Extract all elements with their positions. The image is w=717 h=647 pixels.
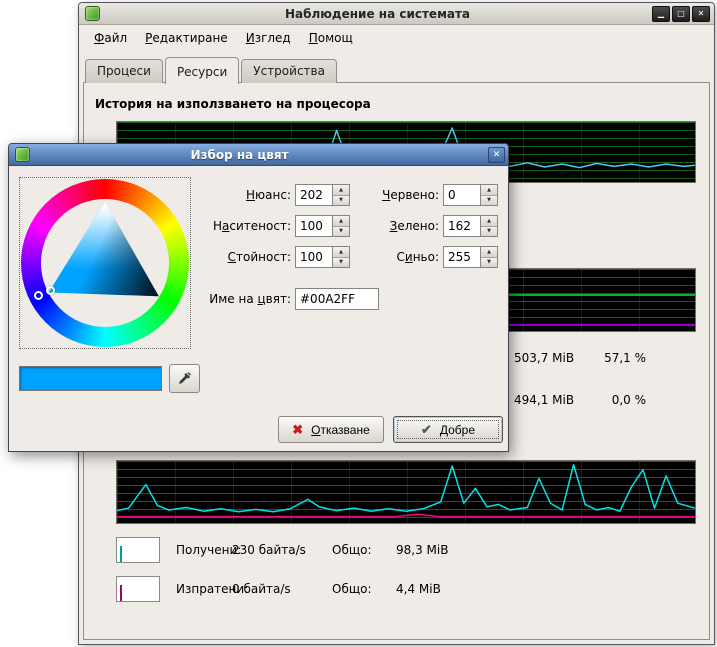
main-titlebar[interactable]: Наблюдение на системата ▁ □ ✕ [79,3,714,25]
blue-spinbox: ▲ ▼ [443,246,498,268]
blue-spin-down-button[interactable]: ▼ [481,258,497,268]
green-spin-buttons: ▲ ▼ [480,216,497,236]
green-spinbox: ▲ ▼ [443,215,498,237]
red-input[interactable] [444,185,480,205]
hue-ring-marker[interactable] [34,291,43,300]
dialog-close-button[interactable]: ✕ [488,147,505,163]
green-spin-down-button[interactable]: ▼ [481,227,497,237]
spin-down-icon: ▼ [487,197,491,203]
red-spin-up-button[interactable]: ▲ [481,185,497,196]
cpu-history-title: История на използването на процесора [95,97,371,111]
ok-check-icon: ✔ [421,422,432,438]
eyedropper-icon [177,371,192,386]
tab-resources[interactable]: Ресурси [165,57,239,84]
received-color-swatch [120,546,122,562]
selected-color-preview [19,366,162,391]
green-spin-up-button[interactable]: ▲ [481,216,497,227]
sent-total-label: Общо: [332,576,372,602]
tab-strip: Процеси Ресурси Устройства [85,57,339,83]
eyedropper-button[interactable] [169,364,200,393]
close-button[interactable]: ✕ [692,6,710,22]
spin-down-icon: ▼ [487,228,491,234]
received-total-label: Общо: [332,537,372,563]
swap-percent: 0,0 % [582,391,646,409]
tab-processes[interactable]: Процеси [85,59,163,83]
blue-input[interactable] [444,247,480,267]
menu-help[interactable]: Помощ [300,27,362,49]
menu-edit[interactable]: Редактиране [136,27,237,49]
value-label: Стойност: [149,246,291,268]
red-spin-down-button[interactable]: ▼ [481,196,497,206]
menubar: Файл Редактиране Изглед Помощ [79,25,714,51]
swap-amount: 494,1 MiB [514,391,574,409]
received-legend-row: Получени: 230 байта/s Общо: 98,3 MiB [116,537,697,563]
green-input[interactable] [444,216,480,236]
minimize-button[interactable]: ▁ [652,6,670,22]
spin-up-icon: ▲ [487,218,491,224]
color-name-label: Име на цвят: [149,288,291,310]
maximize-button[interactable]: □ [672,6,690,22]
cancel-button[interactable]: ✖ Отказване [278,416,384,443]
main-window-title: Наблюдение на системата [105,3,650,25]
red-spin-buttons: ▲ ▼ [480,185,497,205]
network-history-chart [116,460,696,524]
dialog-app-icon [15,147,30,162]
saturation-input[interactable] [296,216,332,236]
memory-amount: 503,7 MiB [514,349,574,367]
ok-button[interactable]: ✔ Добре [393,416,503,443]
menu-file[interactable]: Файл [85,27,136,49]
sent-color-button[interactable] [116,576,160,602]
spin-up-icon: ▲ [487,187,491,193]
blue-spin-buttons: ▲ ▼ [480,247,497,267]
sent-total: 4,4 MiB [396,576,441,602]
dialog-title: Избор на цвят [35,144,444,166]
green-label: Зелено: [339,215,439,237]
sent-color-swatch [120,585,122,601]
system-monitor-app-icon [85,6,100,21]
memory-percent: 57,1 % [582,349,646,367]
saturation-label: Наситеност: [149,215,291,237]
spin-up-icon: ▲ [487,249,491,255]
cancel-x-icon: ✖ [292,422,303,438]
cancel-button-label: Отказване [311,423,370,437]
tab-devices[interactable]: Устройства [241,59,337,83]
color-name-input[interactable] [295,288,379,310]
blue-label: Синьо: [339,246,439,268]
spin-down-icon: ▼ [487,259,491,265]
ok-button-label: Добре [440,423,475,437]
window-controls: ▁ □ ✕ [652,6,710,22]
red-label: Червено: [339,184,439,206]
sent-rate: 0 байта/s [232,576,291,602]
menu-view[interactable]: Изглед [237,27,300,49]
sent-legend-row: Изпратени: 0 байта/s Общо: 4,4 MiB [116,576,697,602]
color-picker-dialog: Избор на цвят ✕ Нюанс: ▲ ▼ Червено: [8,143,509,452]
dialog-titlebar[interactable]: Избор на цвят ✕ [9,144,508,166]
red-spinbox: ▲ ▼ [443,184,498,206]
received-total: 98,3 MiB [396,537,448,563]
received-rate: 230 байта/s [232,537,306,563]
triangle-marker[interactable] [46,286,55,295]
value-input[interactable] [296,247,332,267]
received-color-button[interactable] [116,537,160,563]
blue-spin-up-button[interactable]: ▲ [481,247,497,258]
hue-label: Нюанс: [149,184,291,206]
hue-input[interactable] [296,185,332,205]
